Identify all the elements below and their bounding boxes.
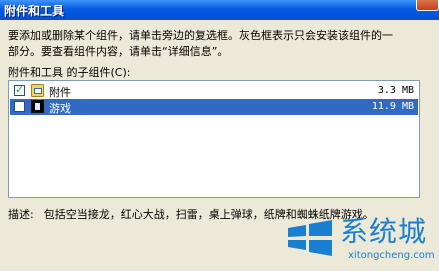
components-list-label: 附件和工具 的子组件(C):	[8, 66, 131, 79]
list-item-name: 游戏	[49, 102, 71, 115]
checkmark-icon: ✓	[15, 83, 25, 96]
list-item-size: 3.3 MB	[377, 85, 414, 96]
game-icon	[31, 100, 44, 113]
list-item-name: 附件	[49, 86, 71, 99]
description-label: 描述:	[8, 208, 34, 221]
instructions-line-2: 部分。要查看组件内容，请单击“详细信息”。	[8, 45, 229, 58]
games-checkbox[interactable]	[14, 101, 25, 112]
title-bar[interactable]: 附件和工具	[0, 0, 439, 20]
watermark: 系统城 xitongcheng.com	[286, 210, 436, 268]
instructions-text: 要添加或删除某个组件，请单击旁边的复选框。灰色框表示只会安装该组件的一 部分。要…	[8, 28, 432, 60]
watermark-brand: 系统城	[340, 215, 428, 248]
folder-icon	[31, 84, 44, 97]
instructions-line-1: 要添加或删除某个组件，请单击旁边的复选框。灰色框表示只会安装该组件的一	[8, 29, 393, 42]
components-list[interactable]: ✓ 附件 3.3 MB 游戏 11.9 MB	[8, 80, 420, 198]
list-item-size: 11.9 MB	[371, 101, 414, 112]
list-item-games[interactable]: 游戏 11.9 MB	[10, 99, 418, 115]
windows-logo-icon	[288, 220, 332, 256]
accessories-checkbox[interactable]: ✓	[14, 83, 25, 96]
watermark-url: xitongcheng.com	[348, 250, 435, 261]
close-button[interactable]	[416, 0, 439, 11]
list-item-accessories[interactable]: ✓ 附件 3.3 MB	[10, 83, 418, 99]
window-title: 附件和工具	[4, 4, 65, 18]
